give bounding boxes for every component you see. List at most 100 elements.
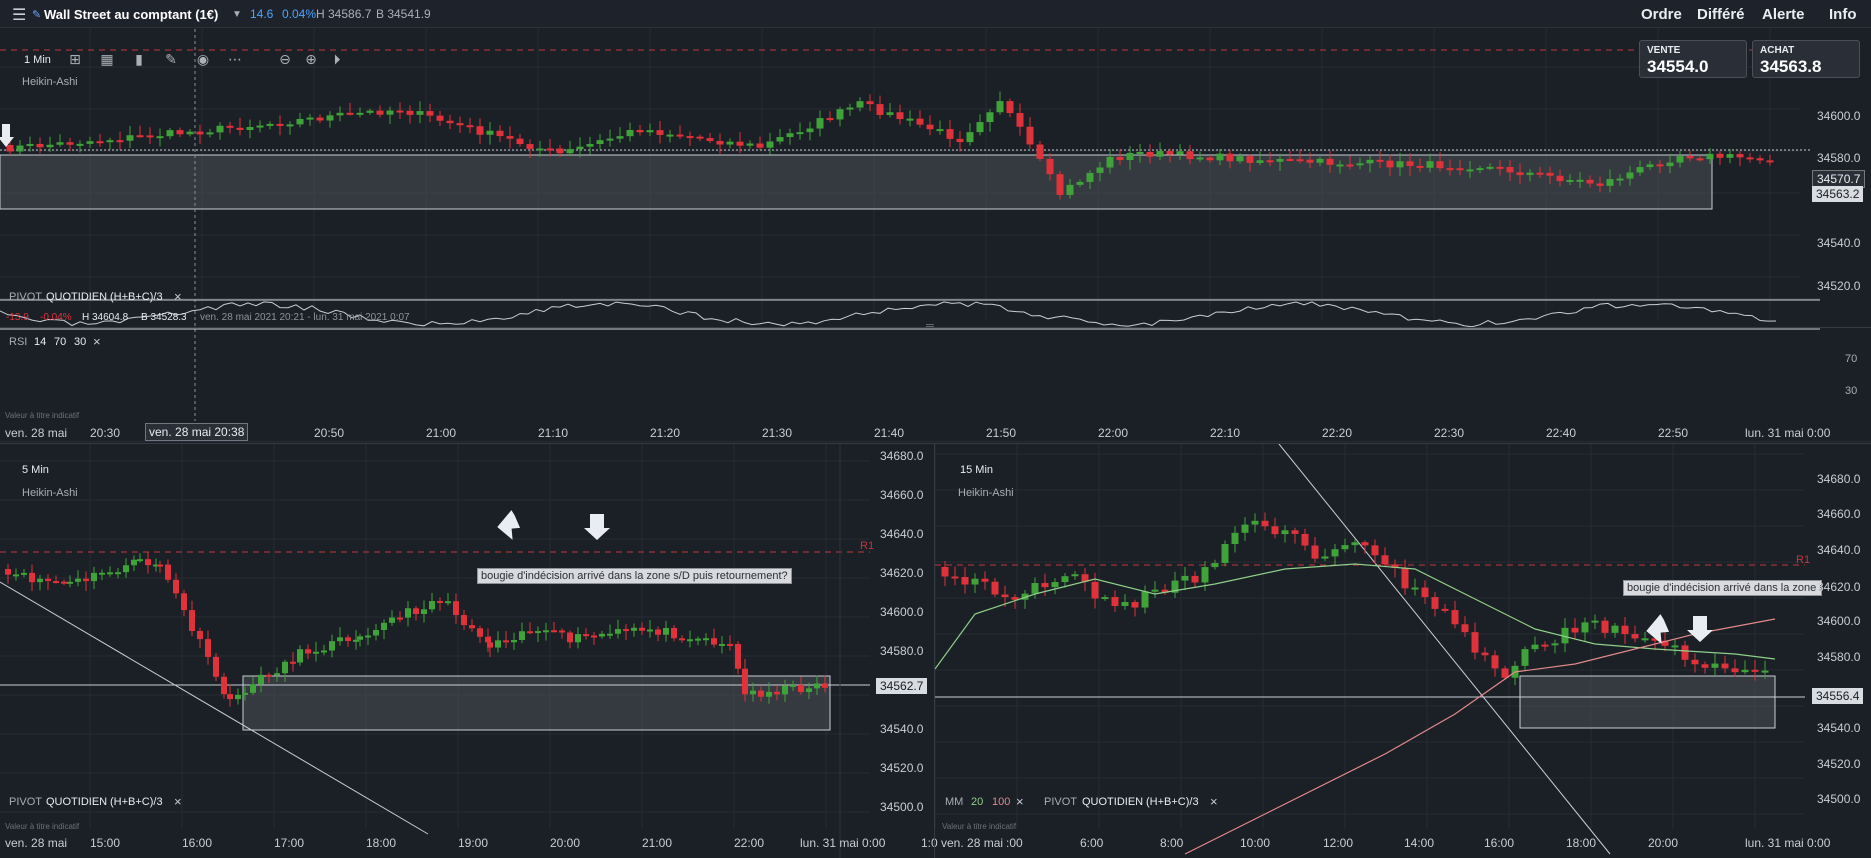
candle-body bbox=[535, 631, 541, 634]
time-tick: 21:30 bbox=[762, 426, 793, 440]
candle-body bbox=[1416, 165, 1424, 168]
zoom-out-icon[interactable]: ⊖ bbox=[276, 50, 294, 68]
annotation-15min[interactable]: bougie d'indécision arrivé dans la zone … bbox=[1623, 580, 1822, 596]
candle-body bbox=[1546, 172, 1554, 176]
candle-body bbox=[1491, 655, 1499, 669]
candle-body bbox=[123, 565, 129, 573]
buy-quote[interactable]: ACHAT 34563.8 bbox=[1752, 40, 1860, 78]
close-icon[interactable]: × bbox=[93, 334, 101, 349]
annotation-5min[interactable]: bougie d'indécision arrivé dans la zone … bbox=[477, 568, 792, 584]
candle-body bbox=[206, 132, 214, 135]
menu-differe[interactable]: Différé bbox=[1697, 6, 1745, 23]
candle-body bbox=[1246, 156, 1254, 163]
candle-body bbox=[1296, 159, 1304, 162]
candle-body bbox=[814, 683, 820, 689]
timeframe-5min[interactable]: 5 Min bbox=[22, 464, 49, 476]
candle-body bbox=[1626, 172, 1634, 179]
candle-body bbox=[991, 581, 999, 595]
chart-1min-canvas[interactable] bbox=[0, 29, 1871, 442]
candle-body bbox=[1716, 153, 1724, 158]
candle-body bbox=[1666, 162, 1674, 167]
candle-body bbox=[1696, 158, 1704, 161]
time-tick: ven. 28 mai bbox=[5, 836, 68, 850]
candle-body bbox=[1146, 151, 1154, 157]
price-tick: 34580.0 bbox=[1817, 650, 1861, 664]
pane-divider[interactable] bbox=[0, 327, 1871, 328]
menu-ordre[interactable]: Ordre bbox=[1641, 6, 1682, 23]
layout-icon[interactable]: ▦ bbox=[98, 50, 116, 68]
candle-body bbox=[606, 138, 614, 141]
candle-body bbox=[503, 640, 509, 643]
candle-body bbox=[615, 629, 621, 634]
style-5min: Heikin-Ashi bbox=[22, 487, 78, 499]
candle-body bbox=[1316, 158, 1324, 163]
resize-handle-icon[interactable]: ═ bbox=[926, 320, 934, 332]
instrument-name[interactable]: Wall Street au comptant (1€) bbox=[44, 7, 218, 22]
more-icon[interactable]: ⋯ bbox=[226, 50, 244, 68]
time-tick: 22:00 bbox=[1098, 426, 1129, 440]
eye-icon[interactable]: ◉ bbox=[194, 50, 212, 68]
candle-body bbox=[346, 112, 354, 115]
r1-label: R1 bbox=[1796, 554, 1811, 566]
dropdown-icon[interactable]: ▼ bbox=[232, 9, 242, 20]
time-tick: 20:00 bbox=[1648, 836, 1679, 850]
close-icon[interactable]: × bbox=[1016, 794, 1024, 809]
menu-alerte[interactable]: Alerte bbox=[1762, 6, 1805, 23]
candle-body bbox=[29, 572, 35, 583]
crosshair-icon[interactable]: ⊞ bbox=[66, 50, 84, 68]
candle-body bbox=[1366, 159, 1374, 164]
r1-label: R1 bbox=[860, 540, 875, 552]
candle-body bbox=[567, 632, 573, 643]
menu-info[interactable]: Info bbox=[1829, 6, 1857, 23]
sell-quote[interactable]: VENTE 34554.0 bbox=[1639, 40, 1747, 78]
indicator-icon[interactable]: ▮ bbox=[130, 50, 148, 68]
candle-body bbox=[956, 138, 964, 143]
close-icon[interactable]: × bbox=[1210, 794, 1218, 809]
candle-body bbox=[790, 684, 796, 687]
pivot-label: PIVOT bbox=[1044, 796, 1078, 808]
timeframe-15min[interactable]: 15 Min bbox=[960, 464, 993, 476]
candle-body bbox=[61, 581, 67, 584]
candle-body bbox=[758, 690, 764, 697]
zoom-in-icon[interactable]: ⊕ bbox=[302, 50, 320, 68]
candle-body bbox=[1681, 645, 1689, 660]
chart-1min[interactable] bbox=[0, 29, 1871, 442]
time-tick: 21:00 bbox=[642, 836, 673, 850]
jump-end-icon[interactable]: ⏵ bbox=[328, 50, 346, 68]
close-icon[interactable]: × bbox=[174, 289, 182, 304]
candle-body bbox=[145, 559, 151, 566]
close-icon[interactable]: × bbox=[174, 794, 182, 809]
price-tick: 34660.0 bbox=[1817, 507, 1861, 521]
candle-body bbox=[45, 578, 51, 582]
candle-body bbox=[1471, 632, 1479, 653]
candle-body bbox=[496, 130, 504, 137]
hamburger-icon[interactable]: ☰ bbox=[12, 5, 26, 25]
arrow-marker bbox=[1687, 616, 1713, 642]
candle-body bbox=[1646, 164, 1654, 168]
candle-body bbox=[946, 129, 954, 139]
candle-body bbox=[1671, 645, 1679, 648]
pencil-icon[interactable]: ✎ bbox=[162, 50, 180, 68]
candle-body bbox=[165, 564, 171, 580]
candle-body bbox=[1606, 179, 1614, 186]
candle-body bbox=[1341, 545, 1349, 550]
pivot-label: PIVOT bbox=[9, 796, 43, 808]
candle-body bbox=[631, 627, 637, 631]
stats-range: ven. 28 mai 2021 20:21 - lun. 31 mai 202… bbox=[200, 312, 410, 323]
candle-body bbox=[345, 637, 351, 641]
time-tick: 21:20 bbox=[650, 426, 681, 440]
candle-body bbox=[1156, 151, 1164, 157]
time-tick: 14:00 bbox=[1404, 836, 1435, 850]
candle-body bbox=[1731, 668, 1739, 673]
candle-body bbox=[1166, 151, 1174, 155]
candle-body bbox=[1706, 153, 1714, 160]
time-tick: 22:10 bbox=[1210, 426, 1241, 440]
timeframe-1min[interactable]: 1 Min bbox=[24, 54, 51, 66]
candle-body bbox=[216, 125, 224, 133]
candle-body bbox=[353, 639, 359, 642]
candle-body bbox=[221, 676, 227, 695]
pivot-price-label: 34563.2 bbox=[1812, 186, 1864, 202]
candle-body bbox=[750, 690, 756, 695]
candle-body bbox=[1401, 568, 1409, 589]
candle-body bbox=[66, 142, 74, 145]
